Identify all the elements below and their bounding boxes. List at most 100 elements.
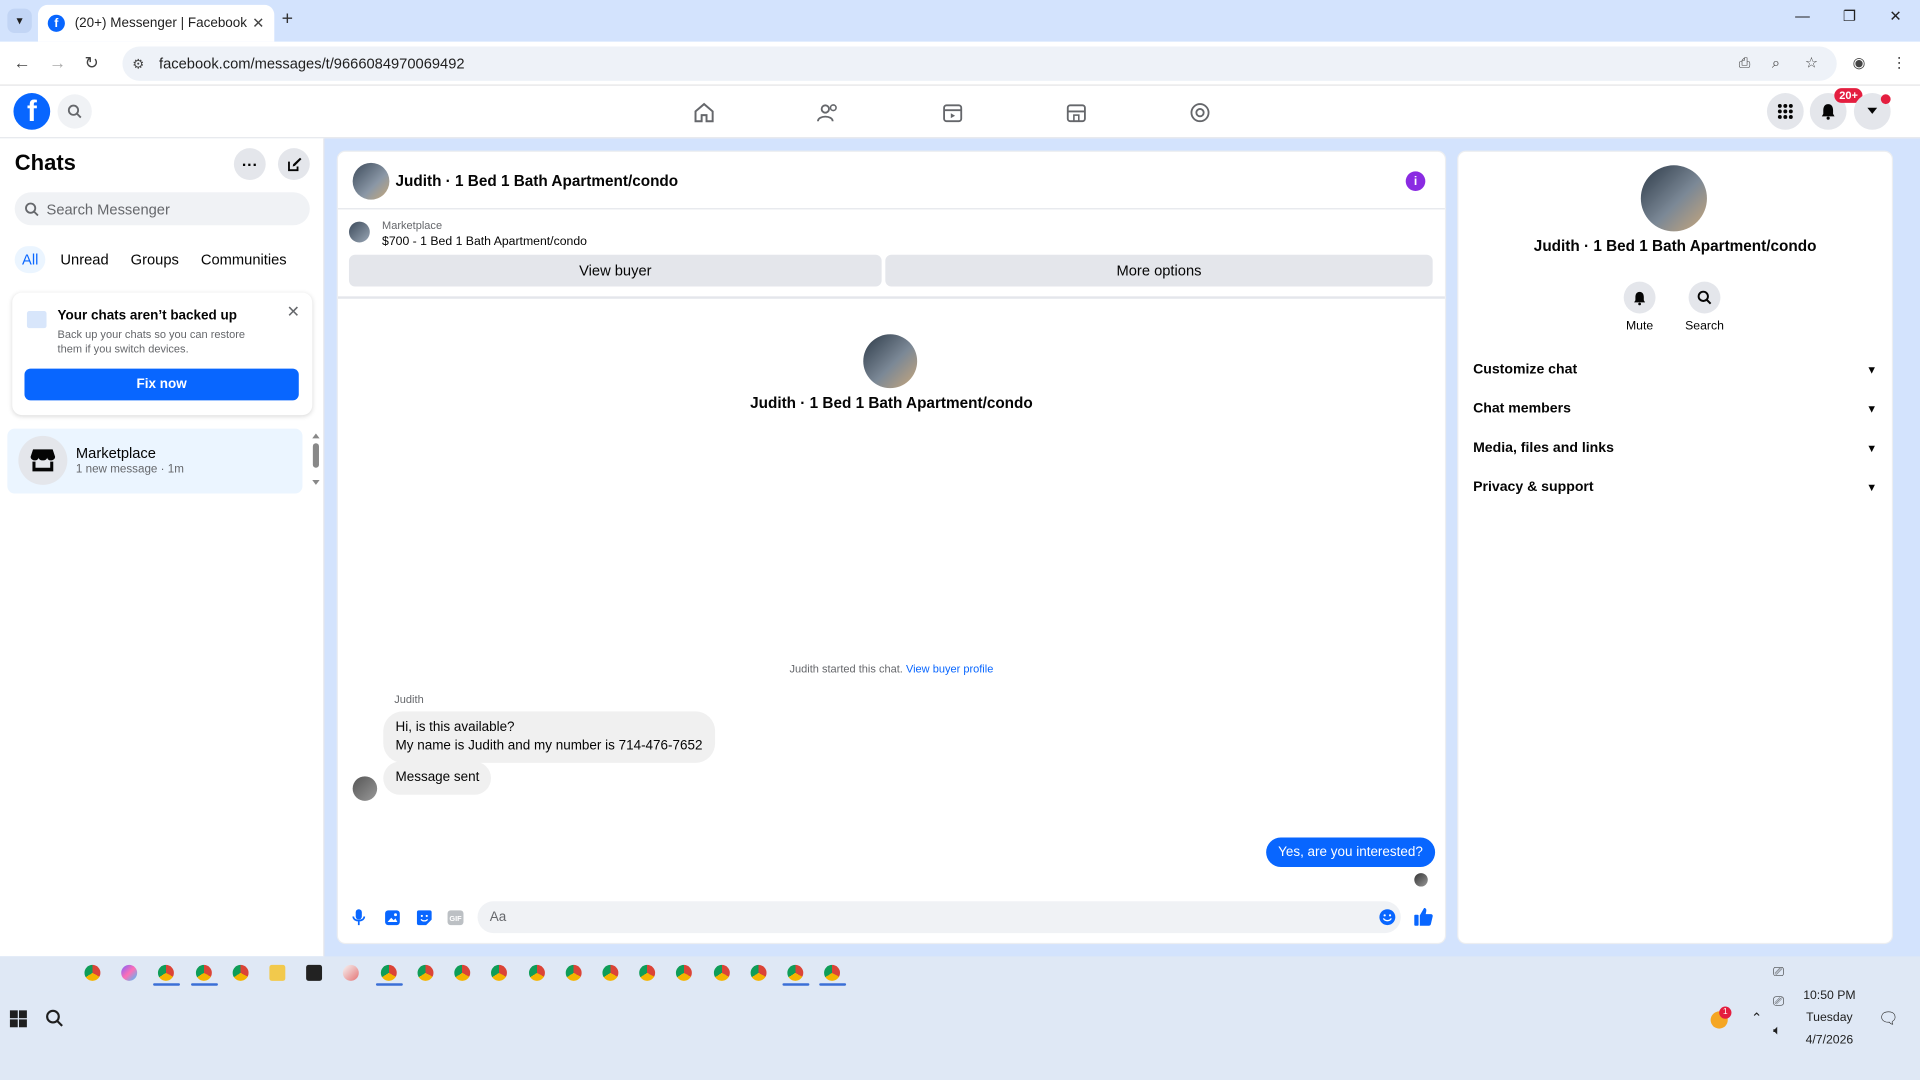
- fix-now-button[interactable]: Fix now: [24, 368, 299, 401]
- chrome-taskbar-icon[interactable]: [84, 964, 101, 981]
- windows-search-icon[interactable]: [45, 1009, 63, 1033]
- zoom-icon[interactable]: ⌕: [1772, 54, 1780, 72]
- view-buyer-profile-link[interactable]: View buyer profile: [906, 662, 993, 674]
- chrome-taskbar-icon[interactable]: [602, 964, 619, 981]
- filter-unread[interactable]: Unread: [53, 246, 116, 273]
- show-hidden-icons-icon[interactable]: ⌃: [1751, 1010, 1762, 1026]
- more-options-button[interactable]: More options: [885, 254, 1433, 287]
- bell-icon: [1821, 104, 1835, 120]
- search-icon: [25, 201, 39, 216]
- incoming-message[interactable]: Message sent: [383, 761, 492, 795]
- chrome-taskbar-icon[interactable]: [195, 964, 212, 981]
- chrome-taskbar-icon[interactable]: [380, 964, 397, 981]
- search-in-conversation-button[interactable]: Search: [1674, 281, 1735, 333]
- volume-icon[interactable]: 🔈︎: [1773, 1024, 1781, 1040]
- bookmark-star-icon[interactable]: ☆: [1805, 54, 1818, 71]
- url-field[interactable]: ⚙ facebook.com/messages/t/96660849700694…: [122, 46, 1837, 81]
- emoji-icon[interactable]: [1379, 909, 1396, 926]
- close-window-button[interactable]: ✕: [1889, 7, 1901, 24]
- new-message-button[interactable]: [277, 148, 310, 181]
- chats-sidebar: Chats ··· Search Messenger All Unread Gr…: [0, 138, 325, 957]
- install-app-icon[interactable]: ⎙: [1739, 54, 1751, 72]
- chat-list-item[interactable]: Marketplace 1 new message · 1m: [7, 428, 303, 494]
- site-settings-icon[interactable]: ⚙: [132, 56, 144, 72]
- view-buyer-button[interactable]: View buyer: [348, 254, 882, 287]
- chrome-taskbar-icon[interactable]: [528, 964, 545, 981]
- chat-name: Marketplace: [75, 444, 156, 462]
- marketplace-avatar: [18, 435, 68, 485]
- listing-title[interactable]: $700 - 1 Bed 1 Bath Apartment/condo: [382, 235, 587, 248]
- conversation-avatar[interactable]: [352, 162, 390, 200]
- menu-grid-button[interactable]: [1766, 93, 1804, 130]
- clock-time[interactable]: 10:50 PM: [1800, 989, 1859, 1002]
- profile-icon[interactable]: ◉: [1853, 54, 1866, 71]
- terminal-taskbar-icon[interactable]: [306, 964, 323, 981]
- chats-options-button[interactable]: ···: [233, 148, 266, 181]
- photo-icon[interactable]: [383, 909, 400, 926]
- copilot-taskbar-icon[interactable]: [121, 964, 138, 981]
- clock-date[interactable]: 4/7/2026: [1800, 1033, 1859, 1046]
- chat-members-row[interactable]: Chat members ▼: [1473, 402, 1877, 417]
- customize-chat-row[interactable]: Customize chat ▼: [1473, 362, 1877, 377]
- microphone-icon[interactable]: [350, 909, 367, 926]
- incoming-message[interactable]: Hi, is this available? My name is Judith…: [383, 711, 715, 763]
- meet-now-icon[interactable]: ⎚: [1773, 965, 1784, 981]
- message-input[interactable]: Aa: [477, 901, 1401, 934]
- tab-search-button[interactable]: ▾: [7, 8, 32, 34]
- gif-icon[interactable]: GIF: [447, 909, 464, 926]
- chrome-taskbar-icon[interactable]: [454, 964, 471, 981]
- listing-thumbnail[interactable]: [348, 221, 370, 243]
- reload-button[interactable]: ↻: [84, 53, 98, 74]
- chrome-taskbar-icon[interactable]: [787, 964, 804, 981]
- outgoing-message[interactable]: Yes, are you interested?: [1265, 837, 1436, 867]
- new-tab-button[interactable]: +: [282, 9, 293, 31]
- chrome-taskbar-icon[interactable]: [824, 964, 841, 981]
- chrome-taskbar-icon[interactable]: [232, 964, 249, 981]
- filter-all[interactable]: All: [14, 246, 46, 274]
- back-button[interactable]: ←: [13, 53, 30, 73]
- chrome-taskbar-icon[interactable]: [417, 964, 434, 981]
- sidebar-scrollbar[interactable]: [311, 432, 321, 487]
- browser-menu-icon[interactable]: ⋮: [1892, 54, 1907, 71]
- facebook-logo[interactable]: f: [13, 93, 51, 130]
- search-icon: [67, 104, 82, 119]
- chrome-taskbar-icon[interactable]: [639, 964, 656, 981]
- forward-button[interactable]: →: [49, 53, 66, 73]
- media-files-links-row[interactable]: Media, files and links ▼: [1473, 441, 1877, 456]
- tab-close-icon[interactable]: ✕: [252, 15, 264, 32]
- like-thumb-icon[interactable]: [1413, 906, 1434, 927]
- close-icon[interactable]: ✕: [287, 302, 300, 322]
- privacy-support-row[interactable]: Privacy & support ▼: [1473, 480, 1877, 495]
- filter-groups[interactable]: Groups: [123, 246, 186, 273]
- messenger-search-input[interactable]: Search Messenger: [14, 192, 310, 226]
- sticker-icon[interactable]: [415, 909, 432, 926]
- network-icon[interactable]: ⎚: [1773, 994, 1784, 1010]
- chrome-taskbar-icon[interactable]: [491, 964, 507, 981]
- chrome-taskbar-icon[interactable]: [750, 964, 767, 981]
- sender-avatar[interactable]: [352, 776, 378, 801]
- conversation-info-icon[interactable]: i: [1405, 171, 1426, 192]
- video-nav-icon[interactable]: [938, 98, 967, 127]
- chrome-taskbar-icon[interactable]: [565, 964, 582, 981]
- restore-button[interactable]: ❐: [1843, 7, 1856, 24]
- chrome-taskbar-icon[interactable]: [157, 964, 174, 981]
- facebook-favicon-icon: f: [47, 14, 65, 32]
- conversation-title[interactable]: Judith · 1 Bed 1 Bath Apartment/condo: [396, 173, 679, 190]
- gaming-nav-icon[interactable]: [1185, 98, 1214, 127]
- folder-taskbar-icon[interactable]: [269, 964, 286, 981]
- browser-tab[interactable]: f (20+) Messenger | Facebook ✕: [37, 4, 275, 42]
- chrome-taskbar-icon[interactable]: [713, 964, 730, 981]
- notification-center-icon[interactable]: 🗨︎: [1878, 1009, 1898, 1029]
- mute-button[interactable]: Mute: [1609, 281, 1670, 333]
- filter-communities[interactable]: Communities: [194, 246, 294, 273]
- paint-taskbar-icon[interactable]: [342, 964, 359, 981]
- chrome-taskbar-icon[interactable]: [675, 964, 692, 981]
- facebook-search-button[interactable]: [57, 94, 92, 129]
- windows-start-icon[interactable]: [9, 1010, 27, 1033]
- clock-day[interactable]: Tuesday: [1800, 1011, 1859, 1024]
- conversation-header: Judith · 1 Bed 1 Bath Apartment/condo i: [337, 152, 1445, 210]
- friends-nav-icon[interactable]: [813, 98, 842, 127]
- marketplace-nav-icon[interactable]: [1062, 98, 1091, 127]
- home-nav-icon[interactable]: [689, 98, 718, 127]
- minimize-button[interactable]: —: [1795, 7, 1810, 24]
